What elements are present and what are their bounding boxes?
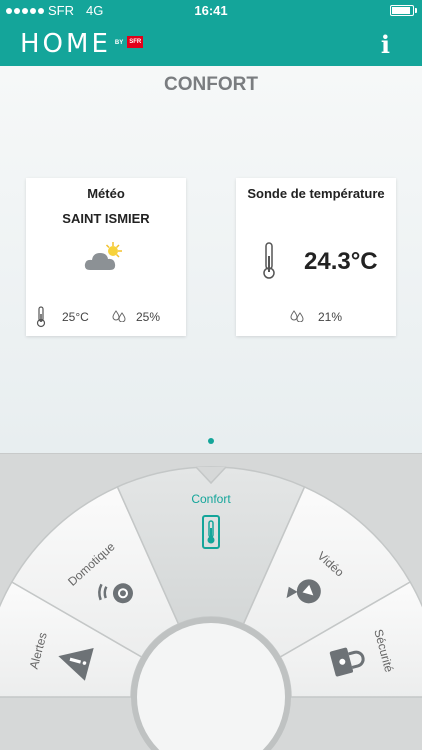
logo-by: BY	[114, 40, 124, 46]
meteo-temperature: 25°C	[62, 310, 89, 324]
page-indicator[interactable]	[208, 438, 214, 444]
meteo-humidity: 25%	[136, 310, 161, 324]
radial-menu: AlertesDomotiqueConfortVidéoSécurité	[0, 466, 422, 750]
thermometer-icon	[263, 242, 275, 279]
battery-icon	[390, 5, 417, 16]
status-time: 16:41	[194, 3, 228, 18]
logo-text: HOME	[20, 29, 111, 59]
page-title: CONFORT	[164, 74, 258, 95]
app-header: HOME BY SFR i	[0, 22, 422, 66]
meteo-title: Météo	[87, 186, 125, 201]
status-bar: SFR 4G 16:41	[0, 0, 422, 22]
meteo-city: SAINT ISMIER	[62, 211, 150, 226]
sonde-humidity: 21%	[318, 310, 343, 324]
partly-cloudy-icon	[84, 242, 122, 270]
thermometer-icon	[36, 306, 46, 328]
humidity-icon	[112, 310, 126, 322]
main-content: CONFORT Météo SAINT ISMIER 25°C 25% Sond…	[0, 66, 422, 453]
menu-item-label: Confort	[191, 492, 231, 506]
home-logo: HOME BY SFR	[20, 29, 144, 59]
sonde-title: Sonde de température	[247, 186, 385, 201]
temperature-probe-card[interactable]: Sonde de température 24.3°C 21%	[236, 178, 396, 336]
sonde-temperature: 24.3°C	[304, 248, 378, 275]
info-icon[interactable]: i	[381, 30, 390, 59]
meteo-card[interactable]: Météo SAINT ISMIER 25°C 25%	[26, 178, 186, 336]
humidity-icon	[290, 310, 304, 322]
logo-sfr: SFR	[127, 36, 144, 48]
